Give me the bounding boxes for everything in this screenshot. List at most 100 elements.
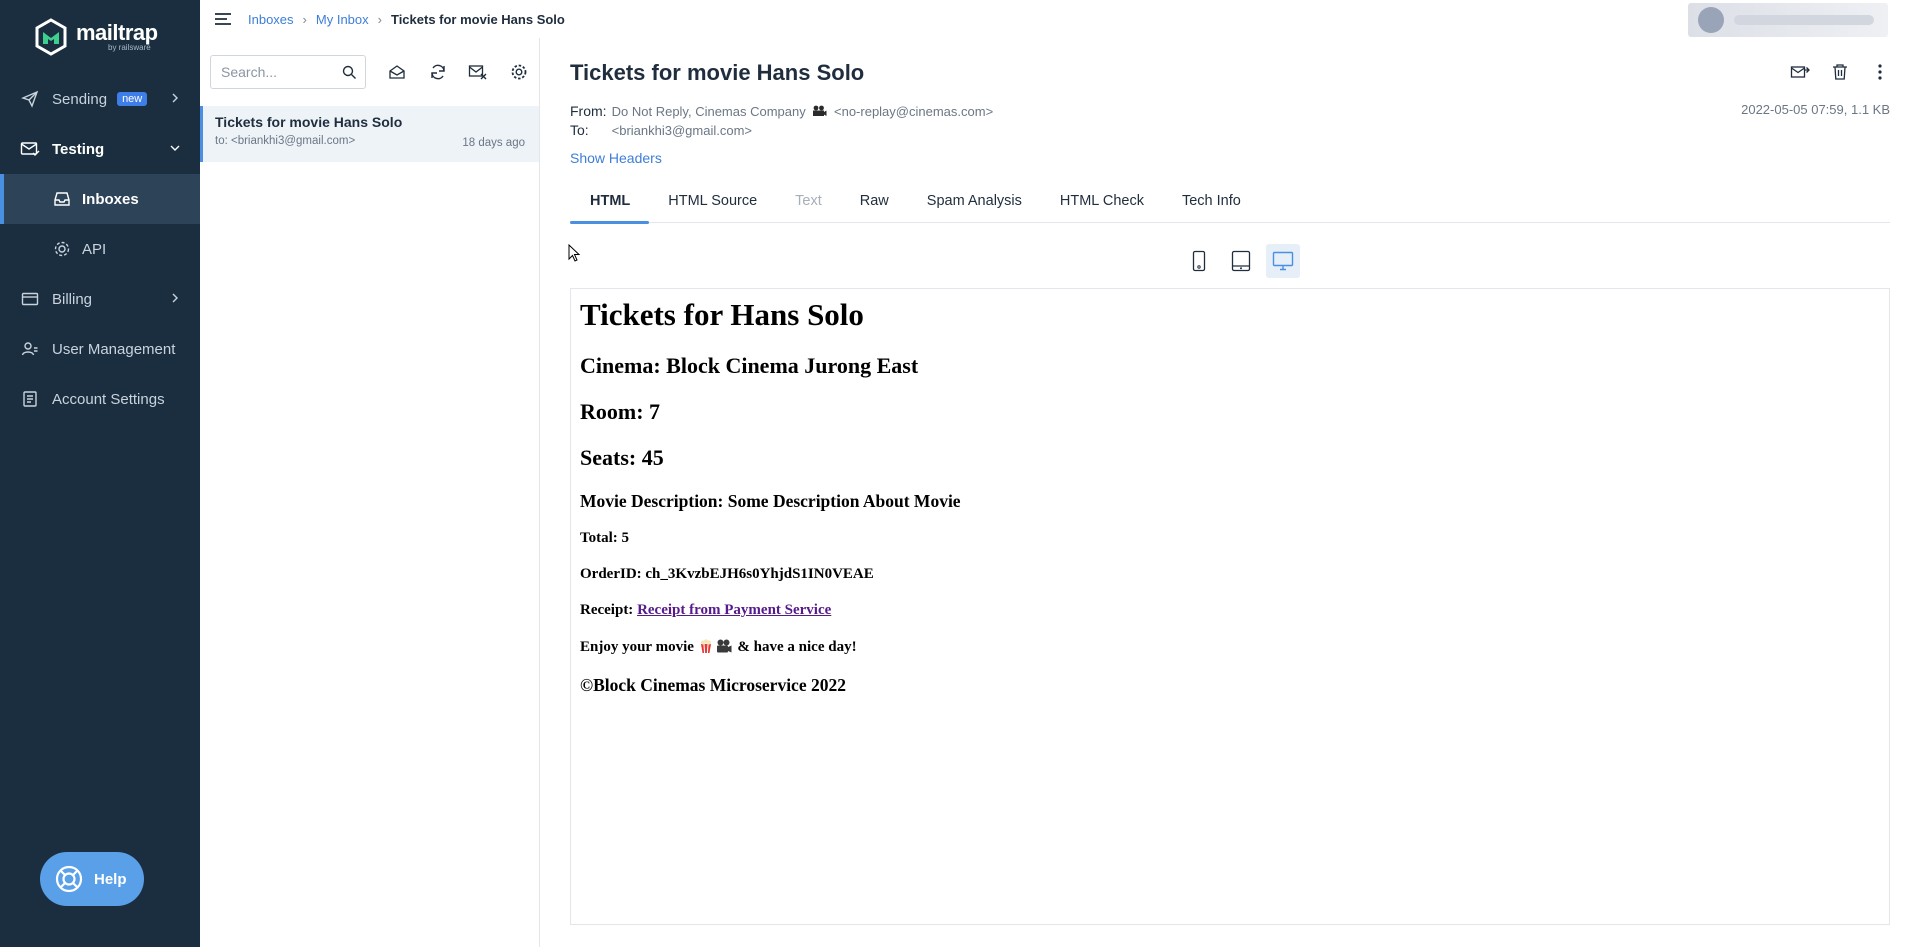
sidebar-item-inboxes[interactable]: Inboxes (0, 174, 200, 224)
user-account-menu[interactable] (1688, 3, 1888, 37)
gear-icon (52, 239, 72, 259)
chevron-right-icon (172, 93, 178, 103)
sidebar-item-testing[interactable]: Testing (0, 124, 200, 174)
from-label: From: (570, 103, 607, 119)
sidebar-item-label: Inboxes (82, 190, 139, 208)
avatar (1698, 7, 1724, 33)
tablet-view-icon[interactable] (1224, 244, 1258, 278)
preview-enjoy: Enjoy your movie & have a nice day! (580, 638, 1880, 656)
send-icon (20, 89, 40, 109)
message-subject: Tickets for movie Hans Solo (215, 114, 403, 130)
show-headers-link[interactable]: Show Headers (570, 150, 662, 166)
preview-total: Total: 5 (580, 530, 630, 546)
credit-card-icon (20, 289, 40, 309)
popcorn-icon (700, 639, 711, 654)
message-list-item[interactable]: Tickets for movie Hans Solo to: <briankh… (200, 106, 539, 162)
email-view: Tickets for movie Hans Solo From: Do Not… (570, 38, 1890, 947)
sidebar-item-label: User Management (52, 340, 176, 358)
help-label: Help (94, 870, 127, 888)
topbar: Inboxes › My Inbox › Tickets for movie H… (200, 0, 1920, 38)
sidebar-item-label: Testing (52, 140, 105, 158)
message-time: 18 days ago (462, 137, 525, 149)
sidebar-item-sending[interactable]: Sending new (0, 74, 200, 124)
receipt-label: Receipt: (580, 602, 638, 618)
email-actions (1770, 62, 1890, 82)
breadcrumb-separator: › (302, 11, 307, 27)
help-button[interactable]: Help (40, 852, 144, 906)
cinema-camera-icon (813, 105, 827, 116)
refresh-icon[interactable] (428, 62, 448, 82)
sidebar-item-label: Sending (52, 90, 108, 108)
desktop-view-icon[interactable] (1266, 244, 1300, 278)
preview-seats: Seats: 45 (580, 445, 664, 470)
sidebar-item-user-management[interactable]: User Management (0, 324, 200, 374)
tab-text[interactable]: Text (776, 178, 841, 223)
hamburger-menu-icon[interactable] (214, 12, 232, 26)
list-toolbar (200, 38, 539, 106)
enjoy-text-end: & have a nice day! (733, 639, 857, 655)
mailtrap-logo[interactable]: mailtrap by railsware (0, 0, 200, 74)
tab-html-source[interactable]: HTML Source (649, 178, 776, 223)
email-html-preview: Tickets for Hans Solo Cinema: Block Cine… (570, 288, 1890, 925)
device-preview-toggle (1174, 244, 1300, 278)
mobile-view-icon[interactable] (1182, 244, 1216, 278)
document-icon (20, 389, 40, 409)
tab-html-check[interactable]: HTML Check (1041, 178, 1163, 223)
sidebar-item-api[interactable]: API (0, 224, 200, 274)
sidebar-item-label: Billing (52, 290, 93, 308)
tab-raw[interactable]: Raw (841, 178, 908, 223)
trash-icon[interactable] (1830, 62, 1850, 82)
from-address: <no-replay@cinemas.com> (834, 104, 994, 119)
breadcrumb-inboxes[interactable]: Inboxes (248, 12, 294, 27)
brand-name: mailtrap (76, 20, 158, 45)
search-icon[interactable] (342, 65, 357, 80)
brand-sub: by railsware (108, 43, 151, 52)
sidebar-item-label: API (82, 240, 107, 258)
blurred-account-email (1734, 15, 1874, 25)
inbox-icon (52, 189, 72, 209)
tab-spam-analysis[interactable]: Spam Analysis (908, 178, 1041, 223)
testing-envelope-icon (20, 139, 40, 159)
sidebar-item-label: Account Settings (52, 390, 165, 408)
more-options-icon[interactable] (1870, 62, 1890, 82)
search-box (210, 55, 367, 89)
users-icon (20, 339, 40, 359)
tab-html[interactable]: HTML (570, 178, 650, 224)
settings-gear-icon[interactable] (509, 62, 529, 82)
preview-footer: ©Block Cinemas Microservice 2022 (580, 675, 846, 695)
breadcrumb-my-inbox[interactable]: My Inbox (316, 12, 369, 27)
chevron-right-icon (172, 293, 178, 303)
enjoy-text: Enjoy your movie (580, 639, 698, 655)
breadcrumb-separator: › (377, 11, 382, 27)
preview-order-id: OrderID: ch_3KvzbEJH6s0YhjdS1IN0VEAE (580, 566, 874, 582)
clear-inbox-icon[interactable] (468, 62, 488, 82)
email-tabs: HTML HTML Source Text Raw Spam Analysis … (570, 178, 1890, 224)
mailtrap-logo-icon (35, 18, 67, 56)
breadcrumb-current: Tickets for movie Hans Solo (390, 11, 565, 27)
mark-read-icon[interactable] (387, 62, 407, 82)
sidebar: mailtrap by railsware Sending new Testin… (0, 0, 200, 947)
sidebar-item-billing[interactable]: Billing (0, 274, 200, 324)
forward-email-icon[interactable] (1790, 62, 1810, 82)
preview-title: Tickets for Hans Solo (580, 297, 864, 332)
receipt-link[interactable]: Receipt from Payment Service (637, 602, 831, 618)
lifebuoy-icon (55, 865, 83, 893)
new-badge: new (117, 92, 148, 106)
sidebar-item-account-settings[interactable]: Account Settings (0, 374, 200, 424)
search-input[interactable] (221, 64, 341, 80)
preview-receipt: Receipt: Receipt from Payment Service (580, 602, 1880, 619)
email-date-size: 2022-05-05 07:59, 1.1 KB (1741, 102, 1890, 117)
email-subject-title: Tickets for movie Hans Solo (570, 60, 865, 85)
message-list-panel: Tickets for movie Hans Solo to: <briankh… (200, 38, 540, 947)
from-name: Do Not Reply, Cinemas Company (611, 104, 806, 119)
preview-description: Movie Description: Some Description Abou… (580, 491, 961, 511)
preview-room: Room: 7 (580, 399, 661, 424)
to-address: <briankhi3@gmail.com> (611, 123, 752, 138)
email-meta: From: Do Not Reply, Cinemas Company <no-… (570, 102, 993, 140)
to-label: To: (570, 122, 589, 138)
mouse-cursor-icon (568, 244, 580, 262)
chevron-down-icon (170, 145, 180, 151)
preview-cinema: Cinema: Block Cinema Jurong East (580, 353, 919, 378)
tab-tech-info[interactable]: Tech Info (1163, 178, 1260, 223)
movie-camera-icon (716, 639, 732, 653)
